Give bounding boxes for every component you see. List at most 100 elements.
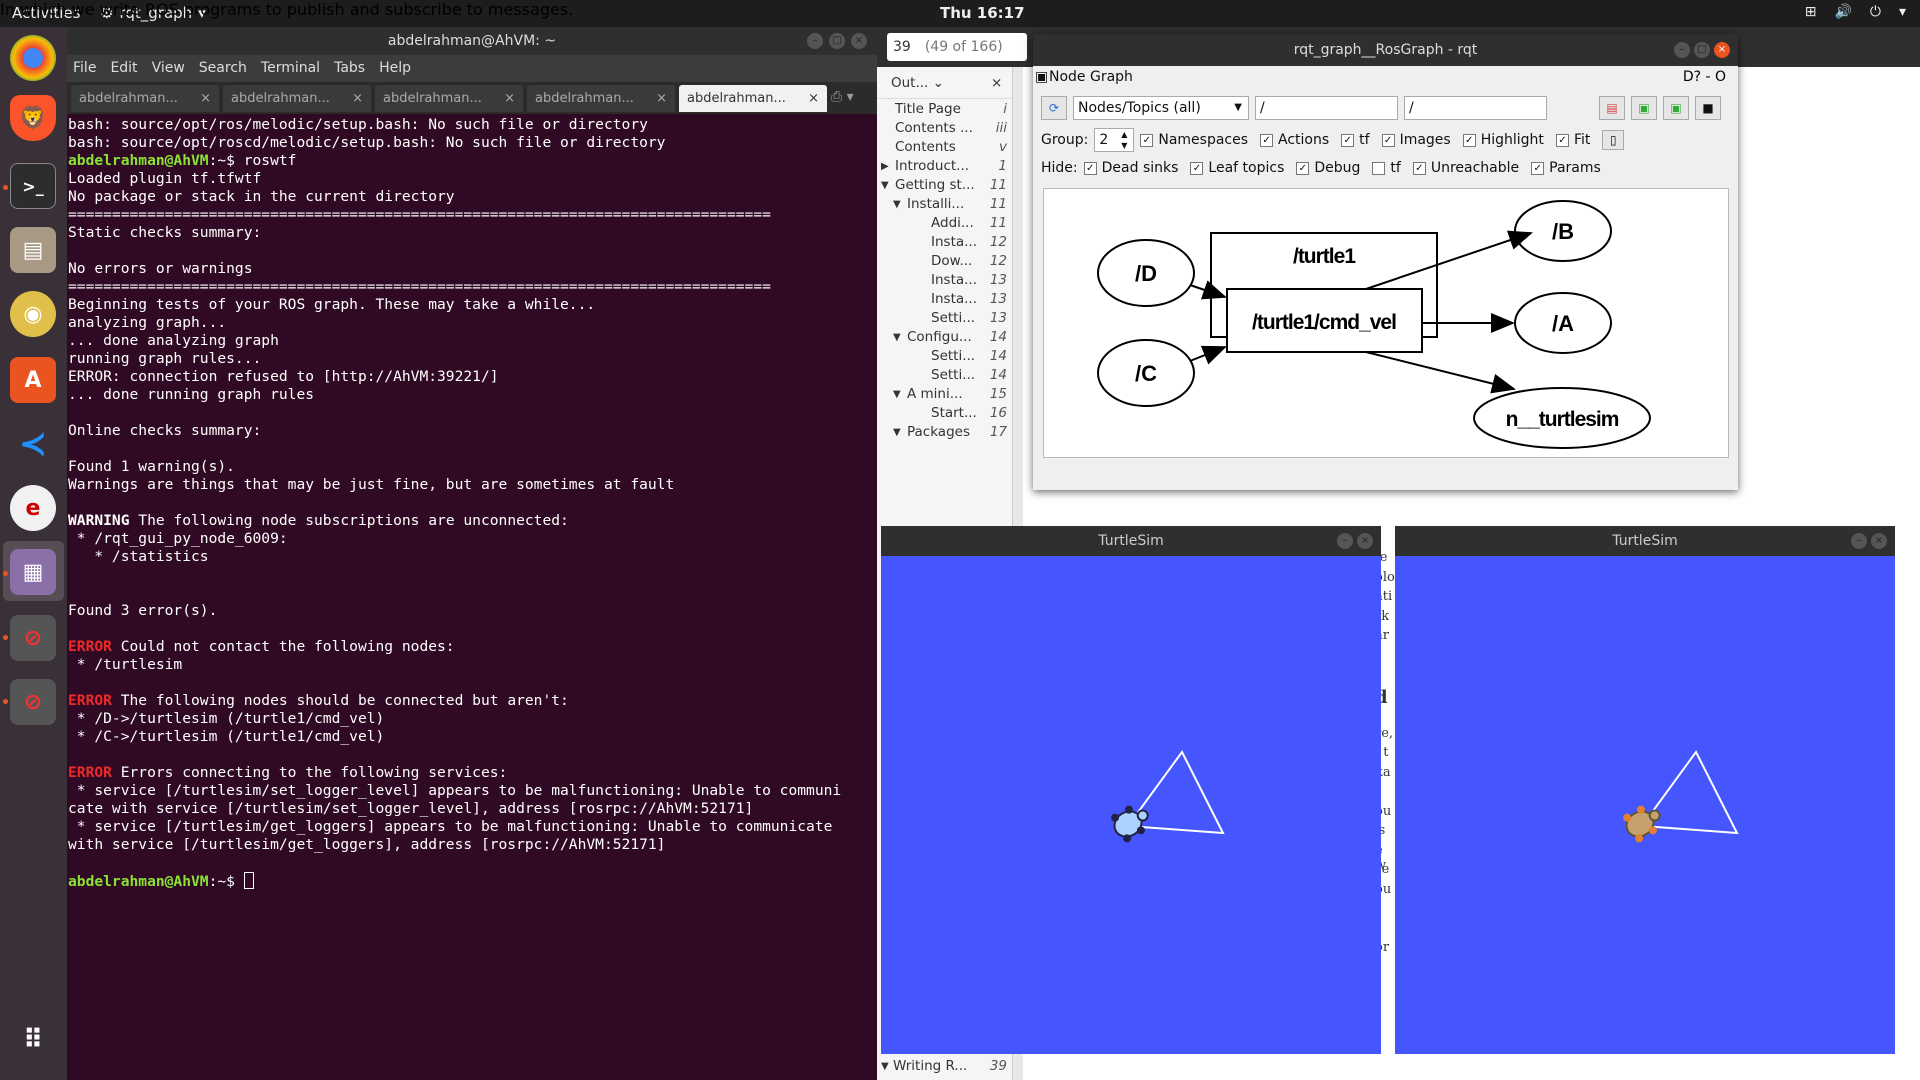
menu-view[interactable]: View xyxy=(152,55,185,82)
menu-help[interactable]: Help xyxy=(379,55,411,82)
outline-item[interactable]: Dow... 12 xyxy=(877,252,1013,271)
close-icon[interactable]: × xyxy=(991,67,1002,99)
checkbox-debug[interactable]: ✓ Debug xyxy=(1296,160,1360,176)
menu-file[interactable]: File xyxy=(73,55,96,82)
save-image-button[interactable]: ■ xyxy=(1695,96,1721,120)
checkbox-box[interactable]: ✓ xyxy=(1531,161,1545,175)
clock[interactable]: Thu 16:17 xyxy=(940,4,1025,22)
turtlesim-titlebar[interactable]: TurtleSim xyxy=(881,526,1381,556)
checkbox-box[interactable]: ✓ xyxy=(1462,133,1476,147)
menu-edit[interactable]: Edit xyxy=(110,55,137,82)
checkbox-box[interactable]: ✓ xyxy=(1555,133,1569,147)
app-grid-icon[interactable]: ⠿ xyxy=(10,1017,56,1063)
rhythmbox-icon[interactable]: ◉ xyxy=(10,291,56,337)
terminal-tab[interactable]: abdelrahman... × xyxy=(223,85,371,112)
close-tab-icon[interactable]: × xyxy=(200,85,211,112)
chevron-down-icon[interactable]: ▼ xyxy=(893,385,901,404)
close-button[interactable]: × xyxy=(1714,42,1730,58)
terminal-tab[interactable]: abdelrahman... × xyxy=(527,85,675,112)
graph-mode-select[interactable]: Nodes/Topics (all) ▼ xyxy=(1073,96,1249,120)
outline-item[interactable]: Setti... 13 xyxy=(877,309,1013,328)
checkbox-box[interactable]: ✓ xyxy=(1083,161,1097,175)
panel-controls[interactable]: D? - O xyxy=(1683,66,1726,88)
checkbox-box[interactable]: ✓ xyxy=(1412,161,1426,175)
menu-tabs[interactable]: Tabs xyxy=(334,55,365,82)
graph-canvas[interactable]: /turtle1 /turtle1/cmd_vel /D /C /B /A n_… xyxy=(1043,188,1729,458)
outline-item[interactable]: ▼ Installi... 11 xyxy=(877,195,1013,214)
turtlesim-canvas[interactable] xyxy=(881,556,1381,1054)
checkbox-leaf-topics[interactable]: ✓ Leaf topics xyxy=(1190,160,1284,176)
checkbox-unreachable[interactable]: ✓ Unreachable xyxy=(1412,160,1519,176)
checkbox-actions[interactable]: ✓ Actions xyxy=(1260,132,1329,148)
turtlesim-canvas[interactable] xyxy=(1395,556,1895,1054)
terminal-output[interactable]: bash: source/opt/ros/melodic/setup.bash:… xyxy=(67,114,877,1080)
menu-terminal[interactable]: Terminal xyxy=(261,55,320,82)
close-button[interactable]: × xyxy=(1357,533,1373,549)
outline-item[interactable]: ▶ Introduct... 1 xyxy=(877,157,1013,176)
rqt-icon[interactable]: ▦ xyxy=(10,549,56,595)
topic-filter-input[interactable]: / xyxy=(1404,96,1547,120)
brave-icon[interactable]: 🦁 xyxy=(10,95,56,141)
checkbox-box[interactable]: ✓ xyxy=(1341,133,1355,147)
checkbox-box[interactable] xyxy=(1372,161,1386,175)
checkbox-box[interactable]: ✓ xyxy=(1381,133,1395,147)
terminal-tab[interactable]: abdelrahman... × xyxy=(375,85,523,112)
node-filter-input[interactable]: / xyxy=(1255,96,1398,120)
outline-item[interactable]: Contents v xyxy=(877,138,1013,157)
minimize-button[interactable]: – xyxy=(807,33,823,49)
outline-item[interactable]: Insta... 13 xyxy=(877,290,1013,309)
checkbox-dead-sinks[interactable]: ✓ Dead sinks xyxy=(1083,160,1178,176)
checkbox-box[interactable]: ✓ xyxy=(1260,133,1274,147)
save-dot-button[interactable]: ▣ xyxy=(1631,96,1657,120)
chevron-down-icon[interactable]: ▼ xyxy=(881,176,889,195)
blocked-icon[interactable]: ⊘ xyxy=(10,615,56,661)
chrome-icon[interactable] xyxy=(10,35,56,81)
page-number-field[interactable]: 39 (49 of 166) xyxy=(887,33,1027,61)
software-icon[interactable]: A xyxy=(10,357,56,403)
terminal-tab[interactable]: abdelrahman... × xyxy=(71,85,219,112)
options-button[interactable]: ▯ xyxy=(1602,130,1625,150)
minimize-button[interactable]: – xyxy=(1337,533,1353,549)
outline-item[interactable]: Setti... 14 xyxy=(877,347,1013,366)
close-tab-icon[interactable]: × xyxy=(808,85,819,112)
outline-item[interactable]: Title Page i xyxy=(877,100,1013,119)
blocked-icon[interactable]: ⊘ xyxy=(10,679,56,725)
checkbox-tf[interactable]: tf xyxy=(1372,160,1401,176)
outline-item[interactable]: ▼ Packages 17 xyxy=(877,423,1013,442)
menu-search[interactable]: Search xyxy=(199,55,247,82)
chevron-right-icon[interactable]: ▶ xyxy=(881,157,889,176)
chevron-down-icon[interactable]: ▼ xyxy=(893,423,901,442)
maximize-button[interactable]: □ xyxy=(829,33,845,49)
close-button[interactable]: × xyxy=(851,33,867,49)
checkbox-tf[interactable]: ✓ tf xyxy=(1341,132,1370,148)
save-svg-button[interactable]: ▣ xyxy=(1663,96,1689,120)
close-button[interactable]: × xyxy=(1871,533,1887,549)
outline-item[interactable]: ▼ Getting st... 11 xyxy=(877,176,1013,195)
chevron-down-icon[interactable]: ▼ xyxy=(893,195,901,214)
chevron-down-icon[interactable]: ▼ xyxy=(893,328,901,347)
outline-item[interactable]: ▼ Configu... 14 xyxy=(877,328,1013,347)
rqt-titlebar[interactable]: rqt_graph__RosGraph - rqt xyxy=(1033,34,1738,66)
minimize-button[interactable]: – xyxy=(1851,533,1867,549)
system-tray[interactable]: ⊞ 🔊 ⏻ ▾ xyxy=(1805,4,1906,20)
terminal-tab-active[interactable]: abdelrahman... × xyxy=(679,85,827,112)
outline-item[interactable]: ▼ Writing R... 39 xyxy=(877,1055,1013,1078)
close-tab-icon[interactable]: × xyxy=(504,85,515,112)
group-spinbox[interactable]: 2 ▲ ▼ xyxy=(1094,128,1135,152)
outline-item[interactable]: Start... 16 xyxy=(877,404,1013,423)
terminal-icon[interactable]: >_ xyxy=(10,163,56,209)
checkbox-highlight[interactable]: ✓ Highlight xyxy=(1462,132,1544,148)
checkbox-namespaces[interactable]: ✓ Namespaces xyxy=(1140,132,1248,148)
evince-icon[interactable]: e xyxy=(10,485,56,531)
new-tab-icon[interactable]: ⎙ ▾ xyxy=(831,89,854,105)
checkbox-box[interactable]: ✓ xyxy=(1296,161,1310,175)
outline-item[interactable]: Setti... 14 xyxy=(877,366,1013,385)
vscode-icon[interactable]: ≺ xyxy=(10,421,56,467)
checkbox-box[interactable]: ✓ xyxy=(1190,161,1204,175)
outline-item[interactable]: Insta... 13 xyxy=(877,271,1013,290)
refresh-button[interactable]: ⟳ xyxy=(1041,96,1067,120)
outline-item[interactable]: Contents ... iii xyxy=(877,119,1013,138)
outline-item[interactable]: Insta... 12 xyxy=(877,233,1013,252)
outline-item[interactable]: ▼ A mini... 15 xyxy=(877,385,1013,404)
load-dot-button[interactable]: ▤ xyxy=(1599,96,1625,120)
